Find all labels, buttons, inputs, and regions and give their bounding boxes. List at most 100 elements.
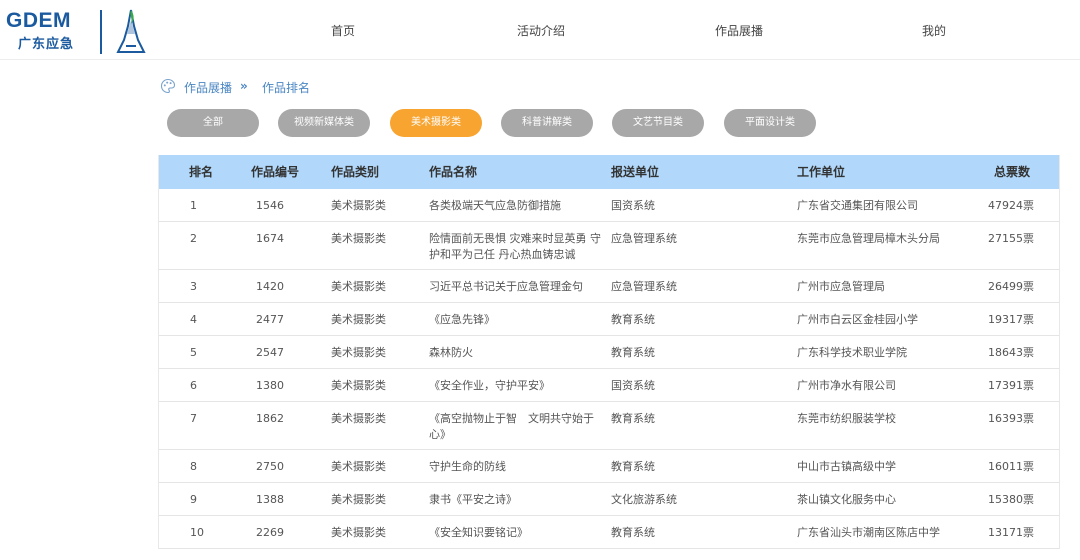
table-row[interactable]: 2 1674 美术摄影类 险情面前无畏惧 灾难来时显英勇 守护和平为己任 丹心热血铸忠… [159, 222, 1059, 270]
title-cell[interactable]: 《安全作业，守护平安》 [429, 378, 601, 394]
table-row[interactable]: 1 1546 美术摄影类 各类极端天气应急防御措施 国资系统 广东省交通集团有限公司 479… [159, 189, 1059, 222]
submitting-unit-cell: 教育系统 [611, 313, 655, 326]
work-id-cell: 1420 [256, 280, 284, 293]
category-cell: 美术摄影类 [331, 232, 386, 245]
column-header-2[interactable]: 作品类别 [331, 155, 379, 189]
rank-cell: 4 [190, 313, 197, 326]
category-tab-5[interactable]: 平面设计类 [724, 109, 816, 137]
table-body: 1 1546 美术摄影类 各类极端天气应急防御措施 国资系统 广东省交通集团有限公司 479… [159, 189, 1059, 549]
breadcrumb-current: 作品排名 [262, 81, 311, 95]
votes-cell: 19317票 [988, 313, 1034, 326]
title-cell[interactable]: 森林防火 [429, 345, 601, 361]
title-cell[interactable]: 各类极端天气应急防御措施 [429, 198, 601, 214]
table-header: 排名 作品编号 作品类别 作品名称 报送单位 工作单位 总票数 [159, 155, 1059, 189]
rank-cell: 7 [190, 412, 197, 425]
workplace-cell: 茶山镇文化服务中心 [797, 493, 896, 506]
submitting-unit-cell: 应急管理系统 [611, 232, 677, 245]
title-cell[interactable]: 险情面前无畏惧 灾难来时显英勇 守护和平为己任 丹心热血铸忠诚 [429, 231, 601, 263]
rank-cell: 8 [190, 460, 197, 473]
column-header-5[interactable]: 工作单位 [797, 155, 845, 189]
submitting-unit-cell: 教育系统 [611, 460, 655, 473]
workplace-cell: 广州市应急管理局 [797, 280, 885, 293]
workplace-cell: 广东省交通集团有限公司 [797, 199, 918, 212]
site-logo[interactable]: GDEM 广东应急 [6, 6, 166, 54]
work-id-cell: 1674 [256, 232, 284, 245]
category-cell: 美术摄影类 [331, 526, 386, 539]
submitting-unit-cell: 教育系统 [611, 346, 655, 359]
votes-cell: 47924票 [988, 199, 1034, 212]
work-id-cell: 2477 [256, 313, 284, 326]
category-cell: 美术摄影类 [331, 379, 386, 392]
title-cell[interactable]: 隶书《平安之诗》 [429, 492, 601, 508]
title-cell[interactable]: 《应急先锋》 [429, 312, 601, 328]
work-id-cell: 2269 [256, 526, 284, 539]
work-id-cell: 1862 [256, 412, 284, 425]
column-header-4[interactable]: 报送单位 [611, 155, 659, 189]
submitting-unit-cell: 国资系统 [611, 199, 655, 212]
workplace-cell: 广州市净水有限公司 [797, 379, 896, 392]
work-id-cell: 1380 [256, 379, 284, 392]
logo-subtitle: 广东应急 [18, 37, 75, 52]
title-cell[interactable]: 守护生命的防线 [429, 459, 601, 475]
emblem-icon [116, 9, 146, 53]
category-cell: 美术摄影类 [331, 460, 386, 473]
work-id-cell: 2547 [256, 346, 284, 359]
title-cell[interactable]: 《安全知识要铭记》 [429, 525, 601, 541]
breadcrumb-separator: » [240, 79, 248, 93]
table-row[interactable]: 4 2477 美术摄影类 《应急先锋》 教育系统 广州市白云区金桂园小学 19317票 [159, 303, 1059, 336]
table-row[interactable]: 9 1388 美术摄影类 隶书《平安之诗》 文化旅游系统 茶山镇文化服务中心 15380票 [159, 483, 1059, 516]
column-header-0[interactable]: 排名 [189, 155, 213, 189]
rank-cell: 3 [190, 280, 197, 293]
category-tab-0[interactable]: 全部 [167, 109, 259, 137]
votes-cell: 27155票 [988, 232, 1034, 245]
table-row[interactable]: 10 2269 美术摄影类 《安全知识要铭记》 教育系统 广东省汕头市潮南区陈店中学 131… [159, 516, 1059, 549]
work-id-cell: 1546 [256, 199, 284, 212]
category-tab-1[interactable]: 视频新媒体类 [278, 109, 370, 137]
category-cell: 美术摄影类 [331, 346, 386, 359]
table-row[interactable]: 6 1380 美术摄影类 《安全作业，守护平安》 国资系统 广州市净水有限公司 17391票 [159, 369, 1059, 402]
category-tab-2[interactable]: 美术摄影类 [390, 109, 482, 137]
logo-divider [100, 10, 102, 54]
category-cell: 美术摄影类 [331, 280, 386, 293]
submitting-unit-cell: 应急管理系统 [611, 280, 677, 293]
category-cell: 美术摄影类 [331, 199, 386, 212]
category-tab-4[interactable]: 文艺节目类 [612, 109, 704, 137]
palette-icon [160, 78, 176, 94]
rank-cell: 5 [190, 346, 197, 359]
category-tab-3[interactable]: 科普讲解类 [501, 109, 593, 137]
nav-item-0[interactable]: 首页 [331, 22, 355, 39]
workplace-cell: 东莞市应急管理局樟木头分局 [797, 232, 940, 245]
category-cell: 美术摄影类 [331, 412, 386, 425]
workplace-cell: 东莞市纺织服装学校 [797, 412, 896, 425]
title-cell[interactable]: 《高空抛物止于智 文明共守始于心》 [429, 411, 601, 443]
workplace-cell: 中山市古镇高级中学 [797, 460, 896, 473]
votes-cell: 26499票 [988, 280, 1034, 293]
nav-item-2[interactable]: 作品展播 [715, 22, 763, 39]
table-row[interactable]: 5 2547 美术摄影类 森林防火 教育系统 广东科学技术职业学院 18643票 [159, 336, 1059, 369]
votes-cell: 15380票 [988, 493, 1034, 506]
rank-cell: 10 [190, 526, 204, 539]
title-cell[interactable]: 习近平总书记关于应急管理金句 [429, 279, 601, 295]
rank-cell: 9 [190, 493, 197, 506]
column-header-3[interactable]: 作品名称 [429, 155, 477, 189]
votes-cell: 16393票 [988, 412, 1034, 425]
workplace-cell: 广东省汕头市潮南区陈店中学 [797, 526, 940, 539]
column-header-1[interactable]: 作品编号 [251, 155, 299, 189]
nav-item-1[interactable]: 活动介绍 [517, 22, 565, 39]
table-row[interactable]: 8 2750 美术摄影类 守护生命的防线 教育系统 中山市古镇高级中学 16011票 [159, 450, 1059, 483]
votes-cell: 18643票 [988, 346, 1034, 359]
table-row[interactable]: 7 1862 美术摄影类 《高空抛物止于智 文明共守始于心》 教育系统 东莞市纺织服装学校… [159, 402, 1059, 450]
breadcrumb-parent[interactable]: 作品展播 [184, 79, 232, 96]
top-header: GDEM 广东应急 首页 活动介绍 作品展播 我的 [0, 0, 1080, 60]
rank-cell: 2 [190, 232, 197, 245]
rank-cell: 6 [190, 379, 197, 392]
table-row[interactable]: 3 1420 美术摄影类 习近平总书记关于应急管理金句 应急管理系统 广州市应急管理局 26… [159, 270, 1059, 303]
category-cell: 美术摄影类 [331, 493, 386, 506]
workplace-cell: 广州市白云区金桂园小学 [797, 313, 918, 326]
work-id-cell: 1388 [256, 493, 284, 506]
submitting-unit-cell: 教育系统 [611, 412, 655, 425]
rank-cell: 1 [190, 199, 197, 212]
column-header-6[interactable]: 总票数 [994, 155, 1030, 189]
workplace-cell: 广东科学技术职业学院 [797, 346, 907, 359]
nav-item-3[interactable]: 我的 [922, 22, 946, 39]
